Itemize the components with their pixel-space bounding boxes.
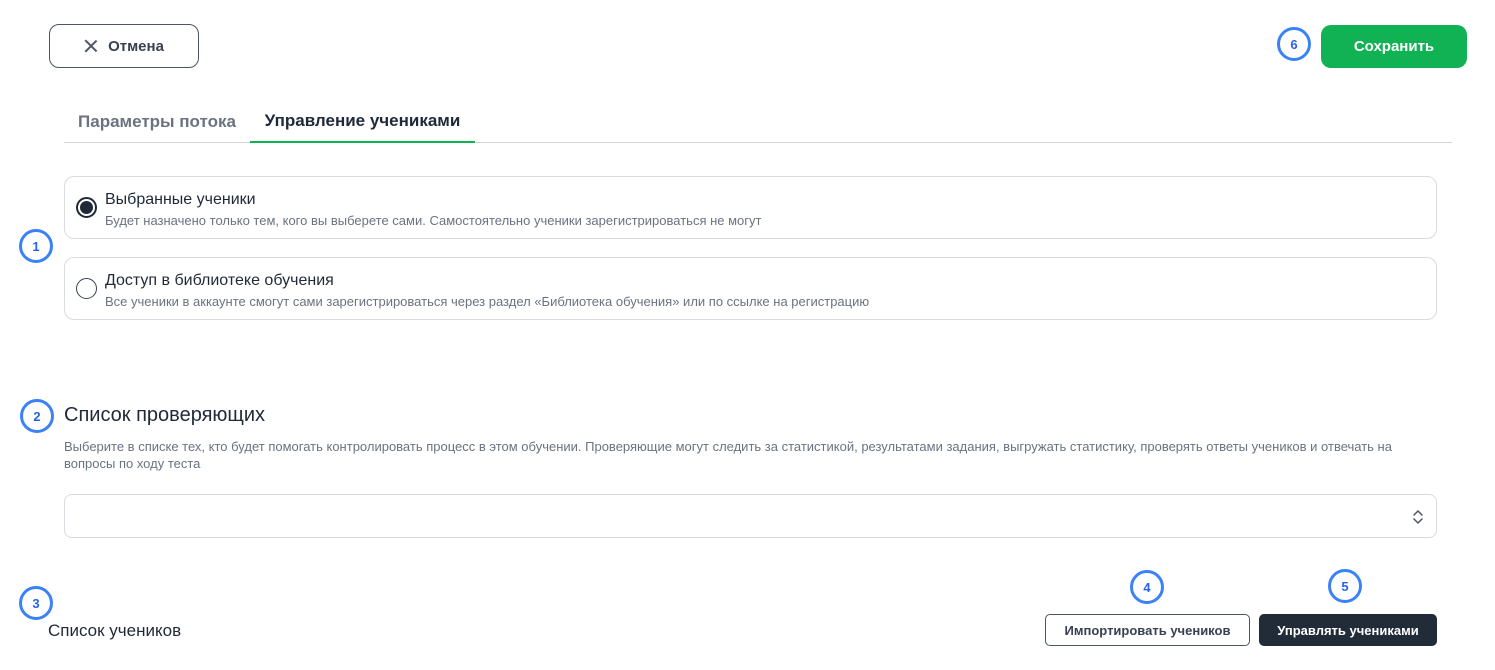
reviewers-description: Выберите в списке тех, кто будет помогат… (64, 439, 1392, 471)
option-title: Доступ в библиотеке обучения (105, 272, 334, 289)
manage-students-button[interactable]: Управлять учениками (1259, 614, 1437, 646)
save-button[interactable]: Сохранить (1321, 25, 1467, 68)
close-icon (84, 39, 98, 53)
up-down-chevron-icon (1413, 510, 1423, 524)
reviewers-title: Список проверяющих (64, 404, 266, 426)
access-option-library[interactable]: Доступ в библиотеке обучения Все ученики… (64, 257, 1437, 320)
option-description: Все ученики в аккаунте смогут сами зарег… (105, 294, 870, 309)
tab-student-management[interactable]: Управление учениками (250, 100, 475, 143)
cancel-button-label: Отмена (108, 37, 164, 55)
students-title: Список учеников (48, 621, 182, 640)
option-title: Выбранные ученики (105, 191, 256, 208)
tab-stream-settings[interactable]: Параметры потока (64, 100, 250, 143)
annotation-marker-4: 4 (1130, 570, 1164, 604)
annotation-marker-3: 3 (19, 586, 53, 620)
tab-bar: Параметры потока Управление учениками (64, 100, 1452, 143)
annotation-marker-6: 6 (1277, 27, 1311, 61)
annotation-marker-5: 5 (1328, 569, 1362, 603)
cancel-button[interactable]: Отмена (49, 24, 199, 68)
annotation-marker-1: 1 (19, 229, 53, 263)
import-students-button[interactable]: Импортировать учеников (1045, 614, 1250, 646)
radio-selected-students[interactable] (76, 197, 97, 218)
access-option-selected-students[interactable]: Выбранные ученики Будет назначено только… (64, 176, 1437, 239)
radio-library-access[interactable] (76, 278, 97, 299)
reviewers-select[interactable] (64, 494, 1437, 538)
annotation-marker-2: 2 (20, 399, 54, 433)
option-description: Будет назначено только тем, кого вы выбе… (105, 213, 762, 228)
